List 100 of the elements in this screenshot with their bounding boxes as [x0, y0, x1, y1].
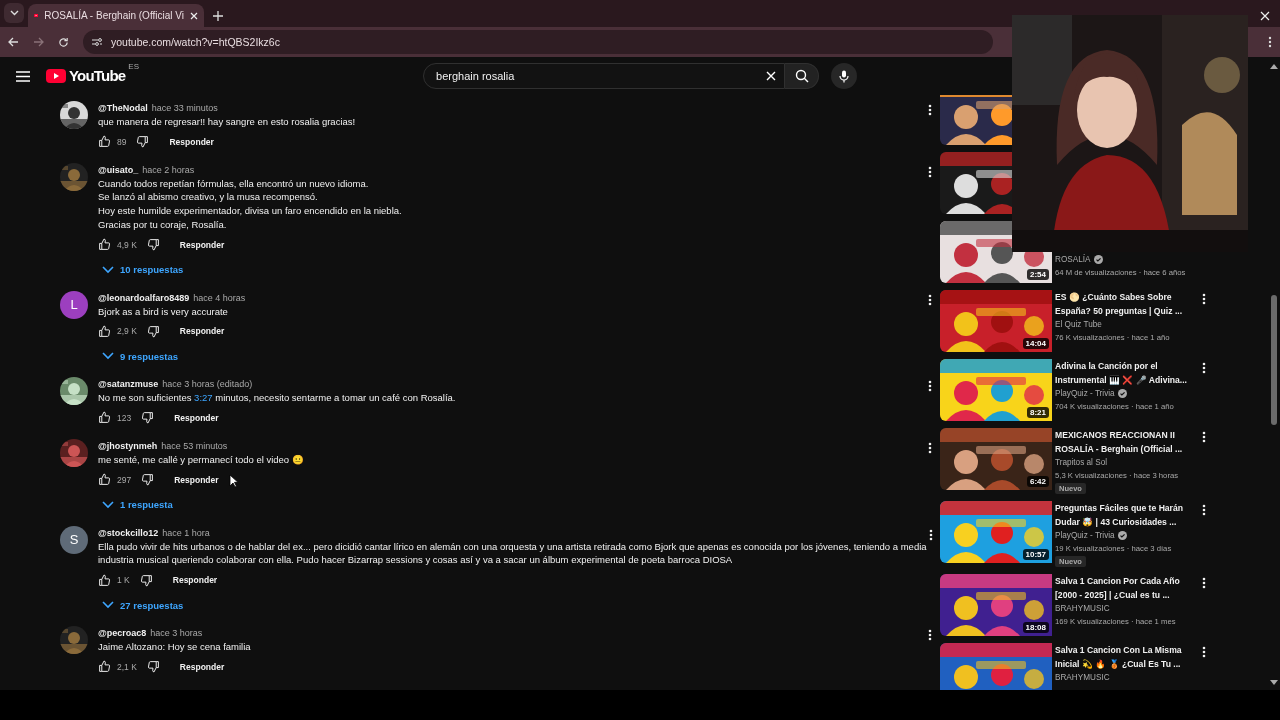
comment-text: No me son suficientes 3:27 minutos, necesito sentarme a tomar un café con Rosalía.: [98, 391, 457, 405]
menu-icon: [16, 70, 30, 82]
channel-name[interactable]: Trapitos al Sol: [1055, 456, 1108, 469]
comment-text: Jaime Altozano: Hoy se cena familia: [98, 640, 252, 654]
thumbs-down-icon: [146, 660, 160, 674]
thumbs-down-icon: [146, 238, 160, 251]
video-title[interactable]: Preguntas Fáciles que te Harán: [1055, 501, 1197, 515]
avatar[interactable]: S: [60, 525, 88, 554]
channel-name[interactable]: PlayQuiz - Trivia: [1055, 387, 1115, 400]
reply-button[interactable]: Responder: [166, 571, 224, 590]
scroll-down-icon[interactable]: [1270, 680, 1278, 686]
comment-author[interactable]: @stockcillo12: [98, 525, 159, 540]
video-title[interactable]: ROSALÍA - Berghain (Official ...: [1055, 442, 1197, 456]
like-button[interactable]: [98, 324, 111, 338]
avatar[interactable]: L: [60, 290, 88, 319]
comment-time[interactable]: hace 3 horas: [150, 626, 203, 641]
logo[interactable]: YouTube: [69, 66, 126, 86]
video-title[interactable]: Salva 1 Cancion Con La Misma: [1055, 643, 1197, 657]
comment-author[interactable]: @uisato_: [98, 162, 139, 177]
comment-author[interactable]: @satanzmuse: [98, 377, 159, 392]
like-count: 297: [117, 474, 132, 485]
channel-name[interactable]: BRAHYMUSIC: [1055, 671, 1110, 684]
replies-toggle[interactable]: 10 respuestas: [98, 258, 188, 281]
channel-name[interactable]: PlayQuiz - Trivia: [1055, 529, 1115, 542]
like-button[interactable]: [98, 660, 111, 674]
microphone-button[interactable]: [831, 63, 857, 89]
like-button[interactable]: [98, 135, 111, 149]
forward-button[interactable]: [33, 37, 44, 47]
dislike-button[interactable]: [146, 238, 160, 251]
cursor-icon: [229, 474, 238, 488]
close-button[interactable]: [190, 11, 198, 20]
thumbs-up-icon: [98, 473, 111, 487]
browser-menu-button[interactable]: [1268, 36, 1272, 48]
search-input[interactable]: berghain rosalia: [434, 69, 766, 83]
video-title[interactable]: [2000 - 2025] | ¿Cual es tu ...: [1055, 588, 1197, 602]
reply-button[interactable]: Responder: [173, 322, 231, 341]
reply-button[interactable]: Responder: [173, 235, 231, 254]
more-icon: [1268, 36, 1272, 48]
comment-text: me senté, me callé y permanecí todo el video 😐: [98, 452, 305, 467]
thumbs-down-icon: [141, 473, 155, 487]
thumbs-up-icon: [98, 238, 111, 251]
arrow-left-icon: [8, 37, 19, 47]
tab-list-button[interactable]: [4, 3, 24, 23]
reload-button[interactable]: [58, 36, 69, 48]
comment-author[interactable]: @jhostynmeh: [98, 438, 158, 453]
replies-toggle[interactable]: 27 respuestas: [98, 594, 188, 617]
close-icon: [190, 11, 198, 20]
timestamp-link[interactable]: 3:27: [194, 392, 213, 404]
comment-time[interactable]: hace 2 horas: [142, 162, 195, 177]
dislike-button[interactable]: [141, 473, 155, 487]
replies-toggle[interactable]: 1 respuesta: [98, 493, 177, 516]
dislike-button[interactable]: [146, 660, 160, 674]
video-title[interactable]: Instrumental 🎹 ❌ 🎤 Adivina...: [1055, 373, 1197, 387]
channel-name[interactable]: BRAHYMUSIC: [1055, 602, 1110, 615]
comment-time[interactable]: hace 33 minutos: [151, 101, 218, 115]
video-title[interactable]: Inicial 💫 🔥 🥉 ¿Cual Es Tu ...: [1055, 657, 1197, 671]
back-button[interactable]: [8, 37, 19, 47]
play-icon[interactable]: [46, 69, 66, 83]
comment-author[interactable]: @pecroac8: [98, 626, 147, 641]
comment-author[interactable]: @TheNodal: [98, 101, 148, 115]
video-title[interactable]: Dudar 🤯 | 43 Curiosidades ...: [1055, 515, 1197, 529]
video-title[interactable]: España? 50 preguntas | Quiz ...: [1055, 304, 1197, 318]
replies-toggle[interactable]: 9 respuestas: [98, 345, 183, 368]
comment-time[interactable]: hace 3 horas (editado): [162, 377, 253, 392]
dislike-button[interactable]: [136, 135, 150, 149]
address-bar[interactable]: youtube.com/watch?v=htQBS2Ikz6c: [83, 30, 993, 54]
scroll-up-icon[interactable]: [1270, 63, 1278, 69]
browser-tab[interactable]: ROSALÍA - Berghain (Official Vi: [28, 4, 204, 27]
menu-button[interactable]: [16, 70, 30, 82]
like-button[interactable]: [98, 573, 111, 587]
comment-text: Cuando todos repetían fórmulas, ella encontró un nuevo idioma.: [98, 176, 370, 191]
reply-button[interactable]: Responder: [163, 132, 220, 151]
comment-text: que manera de regresar!! hay sangre en esto rosalia gracias!: [98, 115, 357, 129]
reply-button[interactable]: Responder: [168, 408, 225, 427]
reply-button[interactable]: Responder: [173, 657, 231, 676]
more-icon: [928, 528, 933, 541]
dislike-button[interactable]: [141, 411, 155, 425]
video-duration: 6:42: [1027, 476, 1049, 487]
video-title[interactable]: MEXICANOS REACCIONAN II: [1055, 428, 1197, 442]
like-button[interactable]: [98, 473, 111, 487]
comment-author[interactable]: @leonardoalfaro8489: [98, 290, 190, 305]
clear-button[interactable]: [766, 71, 776, 81]
search-bar[interactable]: berghain rosalia: [423, 63, 785, 89]
search-button[interactable]: [785, 63, 819, 89]
video-title[interactable]: Adivina la Canción por el: [1055, 359, 1197, 373]
video-title[interactable]: Salva 1 Cancion Por Cada Año: [1055, 574, 1197, 588]
dislike-button[interactable]: [139, 573, 153, 587]
video-title[interactable]: ES 🌕 ¿Cuánto Sabes Sobre: [1055, 290, 1197, 304]
comment-time[interactable]: hace 1 hora: [162, 525, 210, 540]
thumbs-up-icon: [98, 660, 111, 674]
comment-text: Gracias por tu coraje, Rosalía.: [98, 217, 228, 232]
like-button[interactable]: [98, 411, 111, 425]
reply-button[interactable]: Responder: [168, 470, 225, 489]
like-button[interactable]: [98, 238, 111, 251]
dislike-button[interactable]: [146, 324, 160, 338]
channel-name[interactable]: ROSALÍA: [1055, 253, 1091, 266]
search-icon: [794, 69, 809, 83]
comment-time[interactable]: hace 4 horas: [193, 290, 246, 305]
comment-time[interactable]: hace 53 minutos: [161, 438, 228, 453]
channel-name[interactable]: El Quiz Tube: [1055, 318, 1102, 331]
